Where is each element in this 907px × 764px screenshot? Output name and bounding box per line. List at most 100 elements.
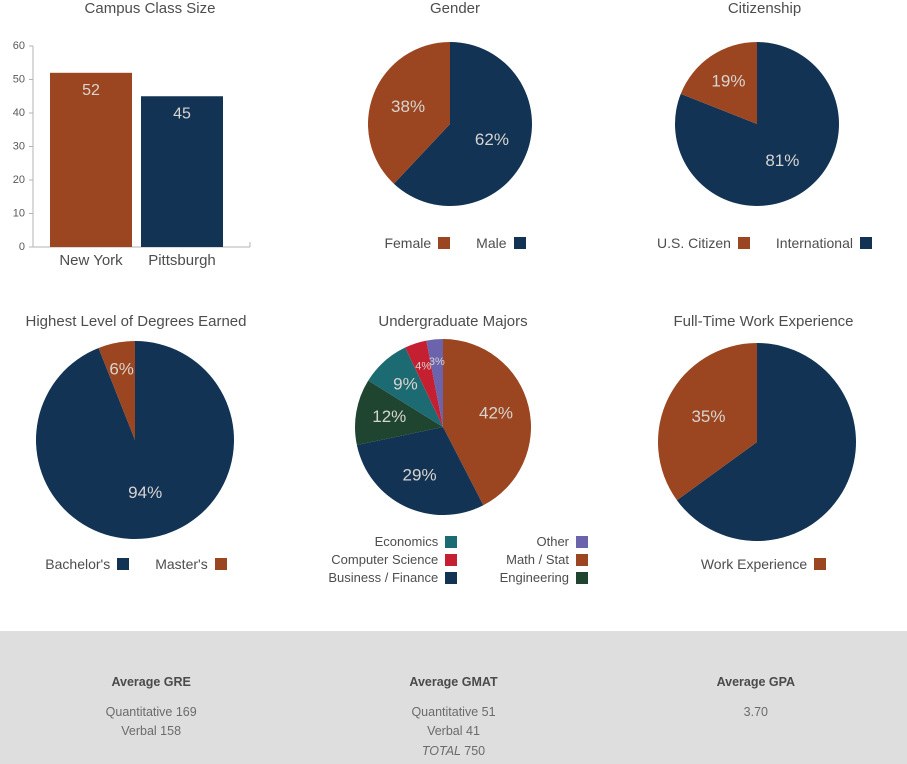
legend-swatch-icon [814,558,827,570]
legend-item[interactable]: Engineering [497,570,588,585]
legend-label: Master's [155,556,208,572]
stat-line: Quantitative 51 [411,705,496,719]
legend-label: Math / Stat [506,552,569,567]
stat-line: Verbal 158 [121,724,182,739]
citizenship-pie-svg: 81% 19% [675,41,839,206]
legend-label: Computer Science [331,552,439,567]
legend-swatch-icon [445,553,458,566]
pie-slice-label: 29% [403,466,437,485]
chart-degrees: Highest Level of Degrees Earned 94% 6% Ba… [0,313,272,572]
legend-item[interactable]: Work Experience [700,556,827,572]
pie-slice-label: 6% [109,359,134,378]
chart-work-experience: Full-Time Work Experience 35% Work Exper… [620,313,907,572]
chart-majors: Undergraduate Majors 42% 29% 12% 9% 4% 3% Eco… [318,313,588,585]
campus-bar-svg: 0 10 20 30 40 50 60 52 New York 45 Pittsburgh [13,40,251,269]
legend-work-experience: Work Experience [620,556,907,572]
y-tick-label: 10 [13,207,25,219]
pie-slice-label: 81% [765,151,799,170]
legend-item[interactable]: Economics [326,534,458,549]
bar-category-label: Pittsburgh [148,252,216,269]
legend-swatch-icon [214,558,227,570]
legend-swatch-icon [576,535,588,548]
chart-title-gender: Gender [429,0,481,17]
pie-slice-label: 19% [711,71,745,90]
y-tick-label: 30 [13,140,25,152]
class-profile-dashboard: Campus Class Size 0 10 20 30 40 50 60 52 New Yor… [0,0,907,764]
pie-slice-label: 9% [393,375,418,394]
stat-heading: Average GRE [111,675,191,689]
stat-block: Average GMAT Quantitative 51 Verbal 41 TOTA… [302,675,604,761]
stat-line: Quantitative 169 [105,705,197,719]
legend-item[interactable]: U.S. Citizen [657,235,750,251]
gender-pie-svg: 62% 38% [368,41,532,206]
legend-item[interactable]: Male [476,235,526,251]
pie-slice-label: 3% [429,356,445,368]
legend-item[interactable]: Female [384,235,451,251]
legend-label: Female [384,235,432,251]
legend-label: Economics [374,534,439,549]
legend-swatch-icon [438,237,451,249]
legend-label: Bachelor's [45,556,111,572]
chart-gender: Gender 62% 38% Female Male [325,0,585,251]
pie-slice-label: 35% [691,407,725,426]
chart-campus-class-size: Campus Class Size 0 10 20 30 40 50 60 52 New Yor… [0,0,300,269]
legend-label: U.S. Citizen [657,235,731,251]
legend-item[interactable]: Master's [155,556,227,572]
pie-slice-label: 94% [128,483,162,502]
pie-slice-label: 42% [479,404,513,423]
chart-title-work-experience: Full-Time Work Experience [673,313,854,330]
stat-block: Average GPA 3.70 [605,675,907,761]
legend-item[interactable]: International [776,235,872,251]
bar-value-label: 52 [82,82,100,99]
legend-label: International [775,235,853,251]
work-pie-svg: 35% [658,343,856,541]
legend-item[interactable]: Computer Science [326,552,458,567]
pie-slice-label: 12% [372,407,406,426]
pie-slice-label: 38% [391,97,425,116]
chart-title-citizenship: Citizenship [727,0,802,17]
legend-swatch-icon [737,237,750,249]
stat-heading: Average GPA [716,675,796,689]
stat-heading: Average GMAT [409,675,498,689]
bar-category-label: New York [59,252,123,269]
degrees-pie-svg: 94% 6% [35,341,235,539]
pie-slice-label: 62% [475,130,509,149]
bar [50,72,132,247]
legend-swatch-icon [859,237,872,249]
stat-line-emphasis: TOTAL [421,743,465,758]
summary-stats-panel: Average GRE Quantitative 169 Verbal 158 Ave… [0,631,907,764]
legend-citizenship: U.S. Citizen International [622,235,907,251]
legend-degrees: Bachelor's Master's [0,556,272,572]
legend-label: Engineering [499,570,569,585]
chart-title-campus: Campus Class Size [84,0,216,17]
legend-swatch-icon [513,237,526,249]
legend-item[interactable]: Math / Stat [497,552,588,567]
legend-label: Other [536,534,569,549]
legend-swatch-icon [445,535,458,548]
legend-swatch-icon [117,558,130,570]
chart-title-majors: Undergraduate Majors [378,313,528,330]
legend-item[interactable]: Business / Finance [326,570,458,585]
stat-line: Verbal 41 [427,724,480,739]
legend-label: Business / Finance [328,570,439,585]
legend-label: Male [476,235,507,251]
y-tick-label: 40 [13,107,25,119]
legend-swatch-icon [576,553,588,566]
y-tick-label: 20 [13,174,25,186]
legend-swatch-icon [445,571,458,584]
legend-majors: Economics Other Computer Science Math / Sta… [318,534,588,585]
legend-item[interactable]: Other [497,534,588,549]
legend-gender: Female Male [325,235,585,251]
legend-swatch-icon [576,571,588,584]
chart-title-degrees: Highest Level of Degrees Earned [25,313,247,330]
y-tick-label: 50 [13,73,25,85]
legend-label: Work Experience [700,556,808,572]
stat-line: 3.70 [743,705,768,719]
y-tick-label: 60 [13,40,25,52]
majors-pie-svg: 42%29%12%9%4%3% [355,339,531,515]
legend-item[interactable]: Bachelor's [45,556,130,572]
chart-citizenship: Citizenship 81% 19% U.S. Citizen Internati… [622,0,907,251]
y-tick-label: 0 [19,241,25,253]
stat-block: Average GRE Quantitative 169 Verbal 158 [0,675,302,761]
bar-value-label: 45 [173,105,191,122]
